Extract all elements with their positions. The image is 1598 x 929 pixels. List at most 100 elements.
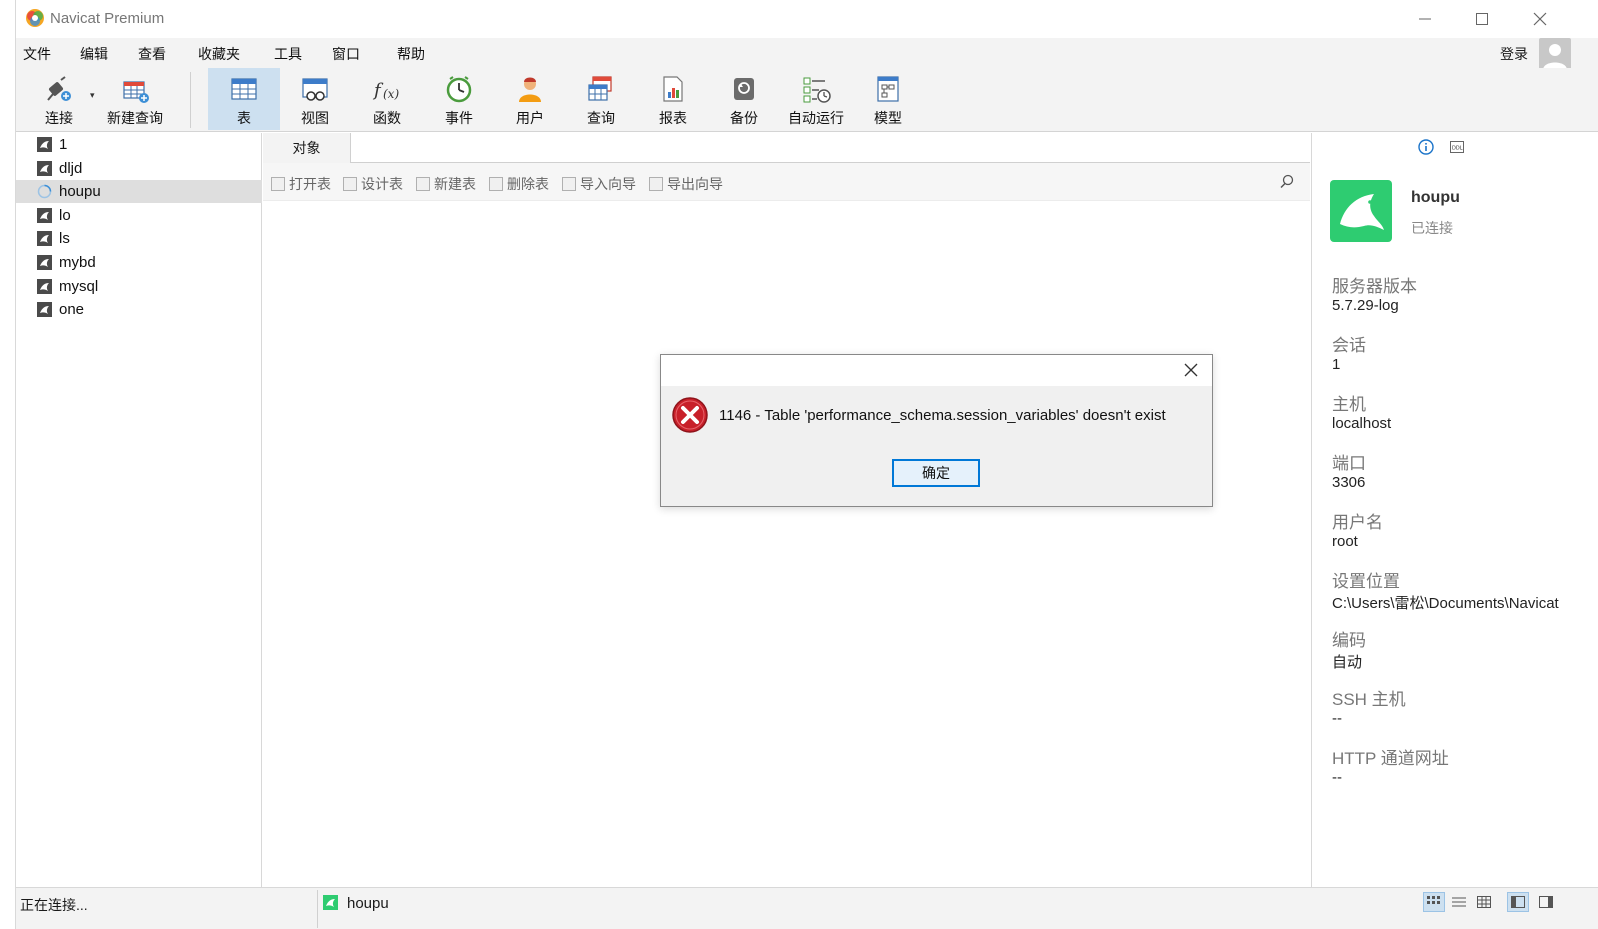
dialog-close-icon[interactable] xyxy=(1182,361,1200,379)
info-value: -- xyxy=(1332,710,1342,727)
new-table-icon xyxy=(416,177,430,191)
ok-button[interactable]: 确定 xyxy=(892,459,980,487)
detail-view-button[interactable] xyxy=(1473,892,1495,912)
grid-view-button[interactable] xyxy=(1423,892,1445,912)
connection-label: dljd xyxy=(59,160,83,177)
menu-window[interactable]: 窗口 xyxy=(332,44,360,64)
toggle-right-panel-button[interactable] xyxy=(1535,892,1557,912)
info-value: 3306 xyxy=(1332,474,1366,491)
report-button[interactable]: 报表 xyxy=(639,68,707,130)
new-query-label: 新建查询 xyxy=(107,110,163,126)
loading-spinner-icon xyxy=(37,184,52,199)
search-icon[interactable] xyxy=(1278,173,1296,191)
auto-run-icon xyxy=(803,77,831,103)
import-wizard-icon xyxy=(562,177,576,191)
login-link[interactable]: 登录 xyxy=(1500,44,1528,64)
dolphin-icon xyxy=(1340,194,1384,230)
menu-favorites[interactable]: 收藏夹 xyxy=(198,44,240,64)
connection-label: one xyxy=(59,301,85,318)
ddl-icon[interactable]: DDL xyxy=(1449,139,1465,155)
import-wizard-button[interactable]: 导入向导 xyxy=(562,174,636,194)
maximize-button[interactable] xyxy=(1453,0,1511,38)
status-connection: houpu xyxy=(347,895,389,912)
connection-item[interactable]: mybd xyxy=(16,251,262,274)
tab-bar: 对象 xyxy=(263,133,1310,163)
event-button[interactable]: 事件 xyxy=(425,68,493,130)
info-value: -- xyxy=(1332,769,1342,786)
auto-run-button[interactable]: 自动运行 xyxy=(782,68,850,130)
toggle-left-panel-button[interactable] xyxy=(1507,892,1529,912)
model-label: 模型 xyxy=(874,110,902,126)
right-panel-icon xyxy=(1539,896,1553,908)
status-bar: 正在连接... houpu xyxy=(16,887,1598,929)
object-list-area[interactable] xyxy=(263,201,1310,887)
new-table-button[interactable]: 新建表 xyxy=(416,174,476,194)
connection-item[interactable]: 1 xyxy=(16,133,262,156)
mysql-connection-icon xyxy=(37,161,52,176)
connection-item[interactable]: ls xyxy=(16,227,262,250)
info-icon[interactable] xyxy=(1418,139,1434,155)
info-value: 1 xyxy=(1332,356,1341,373)
open-table-button[interactable]: 打开表 xyxy=(271,174,331,194)
connect-button[interactable]: 连接 xyxy=(30,68,88,130)
avatar[interactable] xyxy=(1539,38,1571,70)
info-value: C:\Users\雷松\Documents\Navicat xyxy=(1332,595,1559,612)
info-key: 服务器版本 xyxy=(1332,277,1417,296)
export-wizard-label: 导出向导 xyxy=(667,176,723,192)
new-query-button[interactable]: 新建查询 xyxy=(102,68,168,130)
connection-item-selected[interactable]: houpu xyxy=(16,180,262,203)
info-key: 用户名 xyxy=(1332,513,1383,532)
info-key: SSH 主机 xyxy=(1332,690,1406,709)
minimize-button[interactable] xyxy=(1396,0,1454,38)
menu-edit[interactable]: 编辑 xyxy=(80,44,108,64)
user-avatar-icon xyxy=(1543,44,1567,70)
backup-button[interactable]: 备份 xyxy=(710,68,778,130)
model-button[interactable]: 模型 xyxy=(854,68,922,130)
view-button[interactable]: 视图 xyxy=(281,68,349,130)
design-table-icon xyxy=(343,177,357,191)
object-toolbar: 打开表 设计表 新建表 删除表 导入向导 导出向导 xyxy=(263,163,1310,201)
menu-tools[interactable]: 工具 xyxy=(274,44,302,64)
design-table-label: 设计表 xyxy=(361,176,403,192)
connection-label: 1 xyxy=(59,136,68,153)
connection-item[interactable]: one xyxy=(16,298,262,321)
connection-item[interactable]: dljd xyxy=(16,157,262,180)
connection-item[interactable]: lo xyxy=(16,204,262,227)
detail-view-icon xyxy=(1477,896,1491,908)
maximize-icon xyxy=(1476,13,1488,25)
function-button[interactable]: f (x) 函数 xyxy=(353,68,421,130)
menu-help[interactable]: 帮助 xyxy=(397,44,425,64)
info-value: root xyxy=(1332,533,1358,550)
delete-table-button[interactable]: 删除表 xyxy=(489,174,549,194)
connection-item[interactable]: mysql xyxy=(16,275,262,298)
view-icon xyxy=(302,78,328,101)
svg-text:DDL: DDL xyxy=(1452,146,1463,152)
table-button[interactable]: 表 xyxy=(208,68,280,130)
connection-label: ls xyxy=(59,230,70,247)
navicat-logo-icon xyxy=(26,9,44,27)
info-key: 会话 xyxy=(1332,336,1366,355)
connect-dropdown-icon[interactable]: ▾ xyxy=(90,90,95,101)
mysql-connection-icon xyxy=(37,208,52,223)
function-label: 函数 xyxy=(373,110,401,126)
object-panel: 对象 打开表 设计表 新建表 删除表 导入向导 导出向导 xyxy=(263,133,1310,887)
tab-objects[interactable]: 对象 xyxy=(263,133,351,163)
user-button[interactable]: 用户 xyxy=(496,68,564,130)
report-label: 报表 xyxy=(659,110,687,126)
event-label: 事件 xyxy=(445,110,473,126)
new-table-label: 新建表 xyxy=(434,176,476,192)
menu-view[interactable]: 查看 xyxy=(138,44,166,64)
close-window-button[interactable] xyxy=(1511,0,1569,38)
export-wizard-button[interactable]: 导出向导 xyxy=(649,174,723,194)
error-dialog: 1146 - Table 'performance_schema.session… xyxy=(660,354,1213,507)
open-table-label: 打开表 xyxy=(289,176,331,192)
import-wizard-label: 导入向导 xyxy=(580,176,636,192)
main-toolbar: 连接 ▾ 新建查询 表 视图 f (x) 函数 事件 用户 查询 报表 备份 自… xyxy=(16,68,1598,132)
menu-file[interactable]: 文件 xyxy=(23,44,51,64)
mysql-connection-icon xyxy=(323,895,338,910)
design-table-button[interactable]: 设计表 xyxy=(343,174,403,194)
model-icon xyxy=(877,76,899,102)
minimize-icon xyxy=(1419,18,1431,20)
list-view-button[interactable] xyxy=(1448,892,1470,912)
query-button[interactable]: 查询 xyxy=(567,68,635,130)
